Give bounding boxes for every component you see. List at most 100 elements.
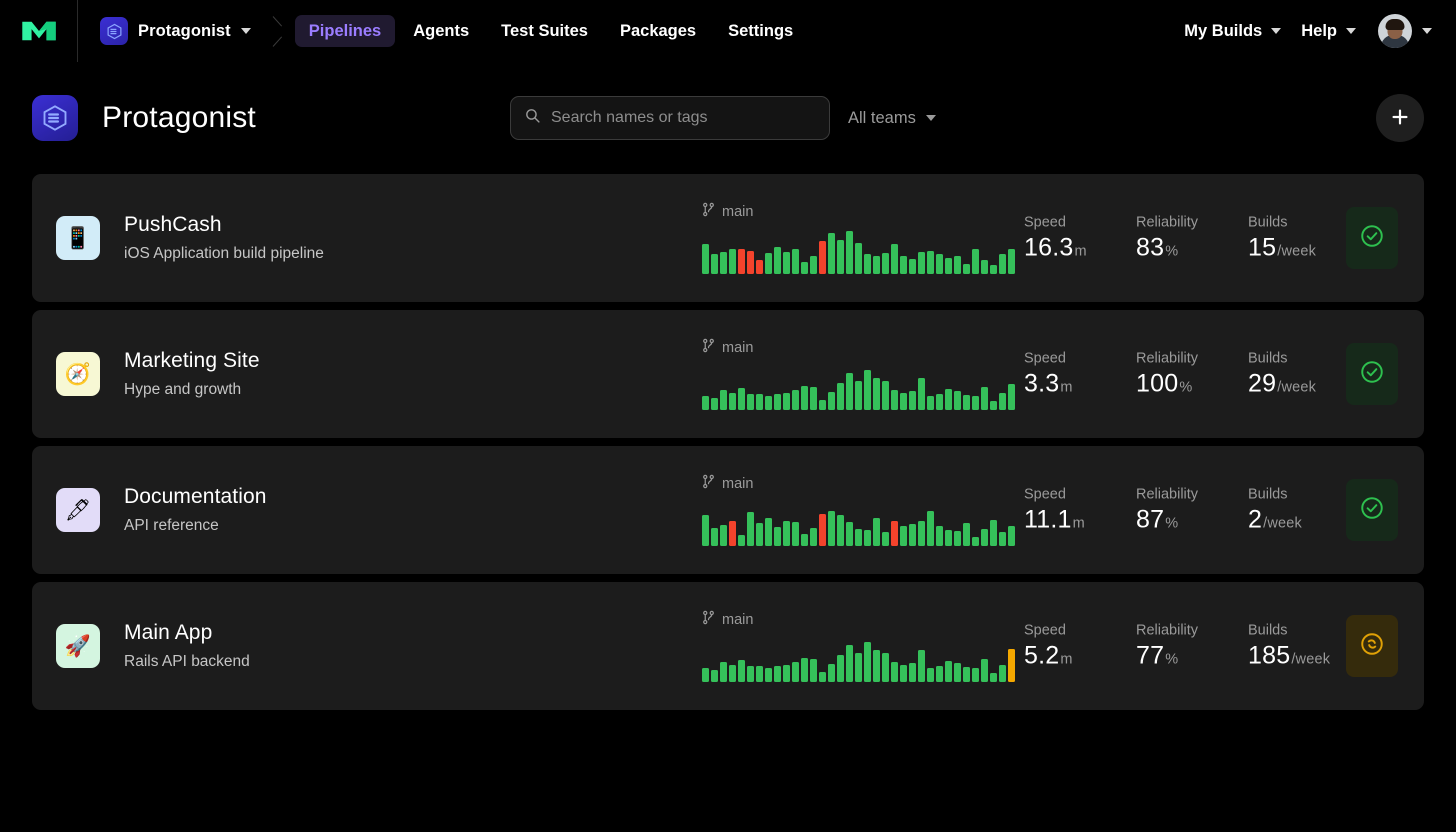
build-bar[interactable] xyxy=(1008,649,1015,682)
build-bar[interactable] xyxy=(945,661,952,682)
build-bar[interactable] xyxy=(810,387,817,410)
build-bar[interactable] xyxy=(990,265,997,274)
build-bar[interactable] xyxy=(837,655,844,682)
build-bar[interactable] xyxy=(783,665,790,682)
build-bar[interactable] xyxy=(891,521,898,546)
build-bar[interactable] xyxy=(873,378,880,410)
build-bar[interactable] xyxy=(774,247,781,274)
build-bar[interactable] xyxy=(909,524,916,546)
build-bar[interactable] xyxy=(999,254,1006,274)
build-bar[interactable] xyxy=(909,663,916,682)
pipeline-name[interactable]: PushCash xyxy=(124,213,324,237)
build-bar[interactable] xyxy=(1008,384,1015,410)
build-bar[interactable] xyxy=(990,673,997,682)
pipeline-row[interactable]: 🧭 Marketing Site Hype and growth main Sp… xyxy=(32,310,1424,438)
build-bar[interactable] xyxy=(819,672,826,682)
build-bar[interactable] xyxy=(945,389,952,410)
build-bar[interactable] xyxy=(882,653,889,682)
build-bar[interactable] xyxy=(981,387,988,410)
build-bar[interactable] xyxy=(711,670,718,682)
buildkite-home-link[interactable] xyxy=(0,0,78,62)
build-bar[interactable] xyxy=(981,529,988,546)
build-bar[interactable] xyxy=(936,254,943,274)
chevron-down-icon[interactable] xyxy=(240,28,251,34)
build-bar[interactable] xyxy=(855,529,862,546)
build-bar[interactable] xyxy=(801,534,808,546)
build-bar[interactable] xyxy=(702,244,709,274)
build-bar[interactable] xyxy=(774,666,781,682)
build-bar[interactable] xyxy=(783,252,790,274)
build-bar[interactable] xyxy=(738,249,745,274)
build-bar[interactable] xyxy=(855,653,862,682)
build-bar[interactable] xyxy=(900,526,907,546)
build-bar[interactable] xyxy=(972,668,979,682)
build-bar[interactable] xyxy=(819,514,826,546)
build-bar[interactable] xyxy=(747,251,754,274)
build-bar[interactable] xyxy=(846,373,853,410)
status-badge[interactable] xyxy=(1346,343,1398,405)
build-bar[interactable] xyxy=(702,668,709,682)
build-bar[interactable] xyxy=(945,258,952,274)
build-bar[interactable] xyxy=(810,256,817,274)
build-bar[interactable] xyxy=(765,396,772,410)
build-bar[interactable] xyxy=(747,512,754,546)
build-bar[interactable] xyxy=(738,660,745,682)
search-input-wrapper[interactable] xyxy=(510,96,830,140)
build-bar[interactable] xyxy=(792,390,799,410)
build-bar[interactable] xyxy=(900,256,907,274)
build-bar[interactable] xyxy=(909,391,916,410)
status-badge[interactable] xyxy=(1346,479,1398,541)
build-bar[interactable] xyxy=(720,252,727,274)
build-bar[interactable] xyxy=(882,381,889,410)
build-bar[interactable] xyxy=(927,396,934,410)
build-bar[interactable] xyxy=(918,378,925,410)
build-bar[interactable] xyxy=(999,665,1006,682)
help-menu[interactable]: Help xyxy=(1295,16,1362,47)
build-bar[interactable] xyxy=(1008,526,1015,546)
build-bar[interactable] xyxy=(828,511,835,546)
build-bar[interactable] xyxy=(864,254,871,274)
build-bar[interactable] xyxy=(729,521,736,546)
build-bar[interactable] xyxy=(972,249,979,274)
nav-link-packages[interactable]: Packages xyxy=(606,15,710,48)
build-bar[interactable] xyxy=(828,664,835,682)
build-bar[interactable] xyxy=(990,520,997,546)
status-badge[interactable] xyxy=(1346,615,1398,677)
build-bar[interactable] xyxy=(792,662,799,682)
build-bar[interactable] xyxy=(882,532,889,546)
build-bar[interactable] xyxy=(936,394,943,410)
build-bar[interactable] xyxy=(783,393,790,410)
build-bar[interactable] xyxy=(702,396,709,410)
pipeline-row[interactable]: 🚀 Main App Rails API backend main Speed … xyxy=(32,582,1424,710)
build-bar[interactable] xyxy=(729,393,736,410)
build-bar[interactable] xyxy=(747,666,754,682)
build-bar[interactable] xyxy=(891,390,898,410)
pipeline-row[interactable]: 🖋 Documentation API reference main Speed xyxy=(32,446,1424,574)
build-bar[interactable] xyxy=(963,264,970,274)
build-bar[interactable] xyxy=(1008,249,1015,274)
build-bar[interactable] xyxy=(828,392,835,410)
build-bar[interactable] xyxy=(981,659,988,682)
build-bar[interactable] xyxy=(936,526,943,546)
build-bar[interactable] xyxy=(837,515,844,546)
build-bar[interactable] xyxy=(720,525,727,546)
org-switcher[interactable]: Protagonist xyxy=(78,0,269,62)
build-bar[interactable] xyxy=(783,521,790,546)
build-bar[interactable] xyxy=(900,393,907,410)
build-bar[interactable] xyxy=(927,511,934,546)
status-badge[interactable] xyxy=(1346,207,1398,269)
build-bar[interactable] xyxy=(846,231,853,274)
build-bar[interactable] xyxy=(945,530,952,546)
build-bar[interactable] xyxy=(720,662,727,682)
build-bar[interactable] xyxy=(837,383,844,410)
build-bar[interactable] xyxy=(954,531,961,546)
pipeline-name[interactable]: Marketing Site xyxy=(124,349,260,373)
build-bar[interactable] xyxy=(936,666,943,682)
build-bar[interactable] xyxy=(918,252,925,274)
build-bar[interactable] xyxy=(846,645,853,682)
build-bar[interactable] xyxy=(720,390,727,410)
build-bar[interactable] xyxy=(792,522,799,546)
build-bar[interactable] xyxy=(918,650,925,682)
build-bar[interactable] xyxy=(954,663,961,682)
build-bar[interactable] xyxy=(801,658,808,682)
